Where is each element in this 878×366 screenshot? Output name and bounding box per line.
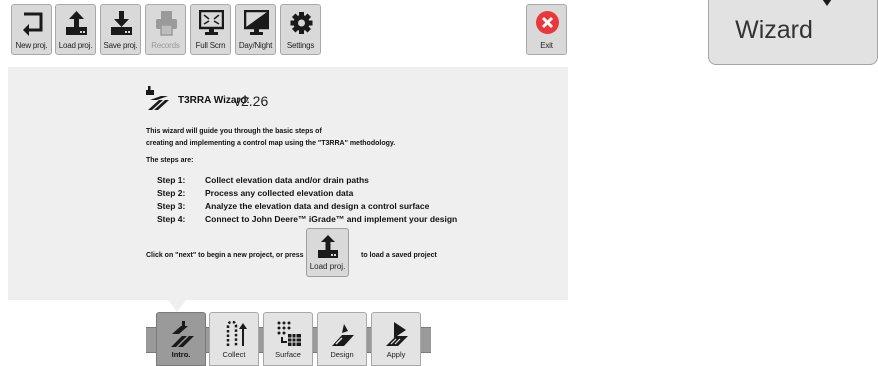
tab-collect[interactable]: Collect <box>209 312 259 366</box>
step-item: Step 1: Collect elevation data and/or dra… <box>157 175 369 185</box>
wizard-button[interactable]: Wizard <box>708 0 878 66</box>
panel-load-project-label: Load proj. <box>309 262 346 271</box>
tab-surface-label: Surface <box>275 350 301 359</box>
printer-icon <box>156 11 177 36</box>
step-item: Step 4: Connect to John Deere™ iGrade™ an… <box>157 214 457 224</box>
design-icon <box>332 324 354 346</box>
gear-icon <box>290 12 313 34</box>
upload-icon <box>66 11 87 35</box>
step-item: Step 2: Process any collected elevation d… <box>157 188 353 198</box>
step-text: Collect elevation data and/or drain path… <box>205 175 369 185</box>
steps-heading: The steps are: <box>146 157 194 164</box>
new-project-button[interactable]: New proj. <box>11 4 52 55</box>
exit-label: Exit <box>540 41 553 50</box>
prompt-after: to load a saved project <box>361 252 437 259</box>
records-button[interactable]: Records <box>145 4 186 55</box>
intro-line-1: This wizard will guide you through the b… <box>146 128 322 135</box>
tab-intro-label: Intro. <box>171 350 191 359</box>
load-project-button[interactable]: Load proj. <box>55 4 96 55</box>
intro-wizard-icon <box>171 321 194 347</box>
day-night-monitor-icon <box>244 10 269 35</box>
return-arrow-icon <box>23 12 43 36</box>
panel-load-project-button[interactable]: Load proj. <box>306 228 349 277</box>
day-night-button[interactable]: Day/Night <box>235 4 276 55</box>
tab-surface[interactable]: Surface <box>263 312 313 366</box>
surface-grid-icon <box>277 321 301 346</box>
wizard-arrow-icon <box>822 0 832 6</box>
step-number: Step 2: <box>157 188 186 198</box>
prompt-before: Click on "next" to begin a new project, … <box>146 252 304 259</box>
fullscreen-monitor-icon <box>199 10 224 35</box>
apply-icon <box>386 322 408 346</box>
step-text: Analyze the elevation data and design a … <box>205 201 430 211</box>
step-number: Step 1: <box>157 175 186 185</box>
tab-design[interactable]: Design <box>317 312 367 366</box>
step-number: Step 4: <box>157 214 186 224</box>
exit-button[interactable]: Exit <box>526 4 567 55</box>
tab-design-label: Design <box>330 350 354 359</box>
tab-apply-label: Apply <box>386 350 406 359</box>
intro-line-2: creating and implementing a control map … <box>146 140 396 147</box>
full-screen-button[interactable]: Full Scrn <box>190 4 231 55</box>
t3rra-logo-icon <box>146 86 169 110</box>
step-text: Process any collected elevation data <box>205 188 354 198</box>
wizard-button-label: Wizard <box>735 16 813 44</box>
new-project-label: New proj. <box>15 41 48 50</box>
tab-intro[interactable]: Intro. <box>156 312 206 366</box>
wizard-panel: T3RRA Wizard: v2.26 This wizard will gui… <box>8 67 568 300</box>
day-night-label: Day/Night <box>238 41 273 50</box>
upload-icon <box>318 235 338 258</box>
settings-button[interactable]: Settings <box>280 4 321 55</box>
wizard-version: v2.26 <box>234 93 269 109</box>
load-project-label: Load proj. <box>58 41 93 50</box>
tab-apply[interactable]: Apply <box>371 312 421 366</box>
save-project-button[interactable]: Save proj. <box>100 4 141 55</box>
step-item: Step 3: Analyze the elevation data and de… <box>157 201 429 211</box>
tab-collect-label: Collect <box>222 350 246 359</box>
download-icon <box>111 11 132 35</box>
full-screen-label: Full Scrn <box>195 41 226 50</box>
close-circle-icon <box>536 11 559 34</box>
step-text: Connect to John Deere™ iGrade™ and imple… <box>205 214 458 224</box>
step-number: Step 3: <box>157 201 186 211</box>
records-label: Records <box>151 41 180 50</box>
settings-label: Settings <box>286 41 315 50</box>
collect-path-icon <box>226 320 247 346</box>
save-project-label: Save proj. <box>103 41 138 50</box>
active-tab-pointer <box>168 300 186 312</box>
